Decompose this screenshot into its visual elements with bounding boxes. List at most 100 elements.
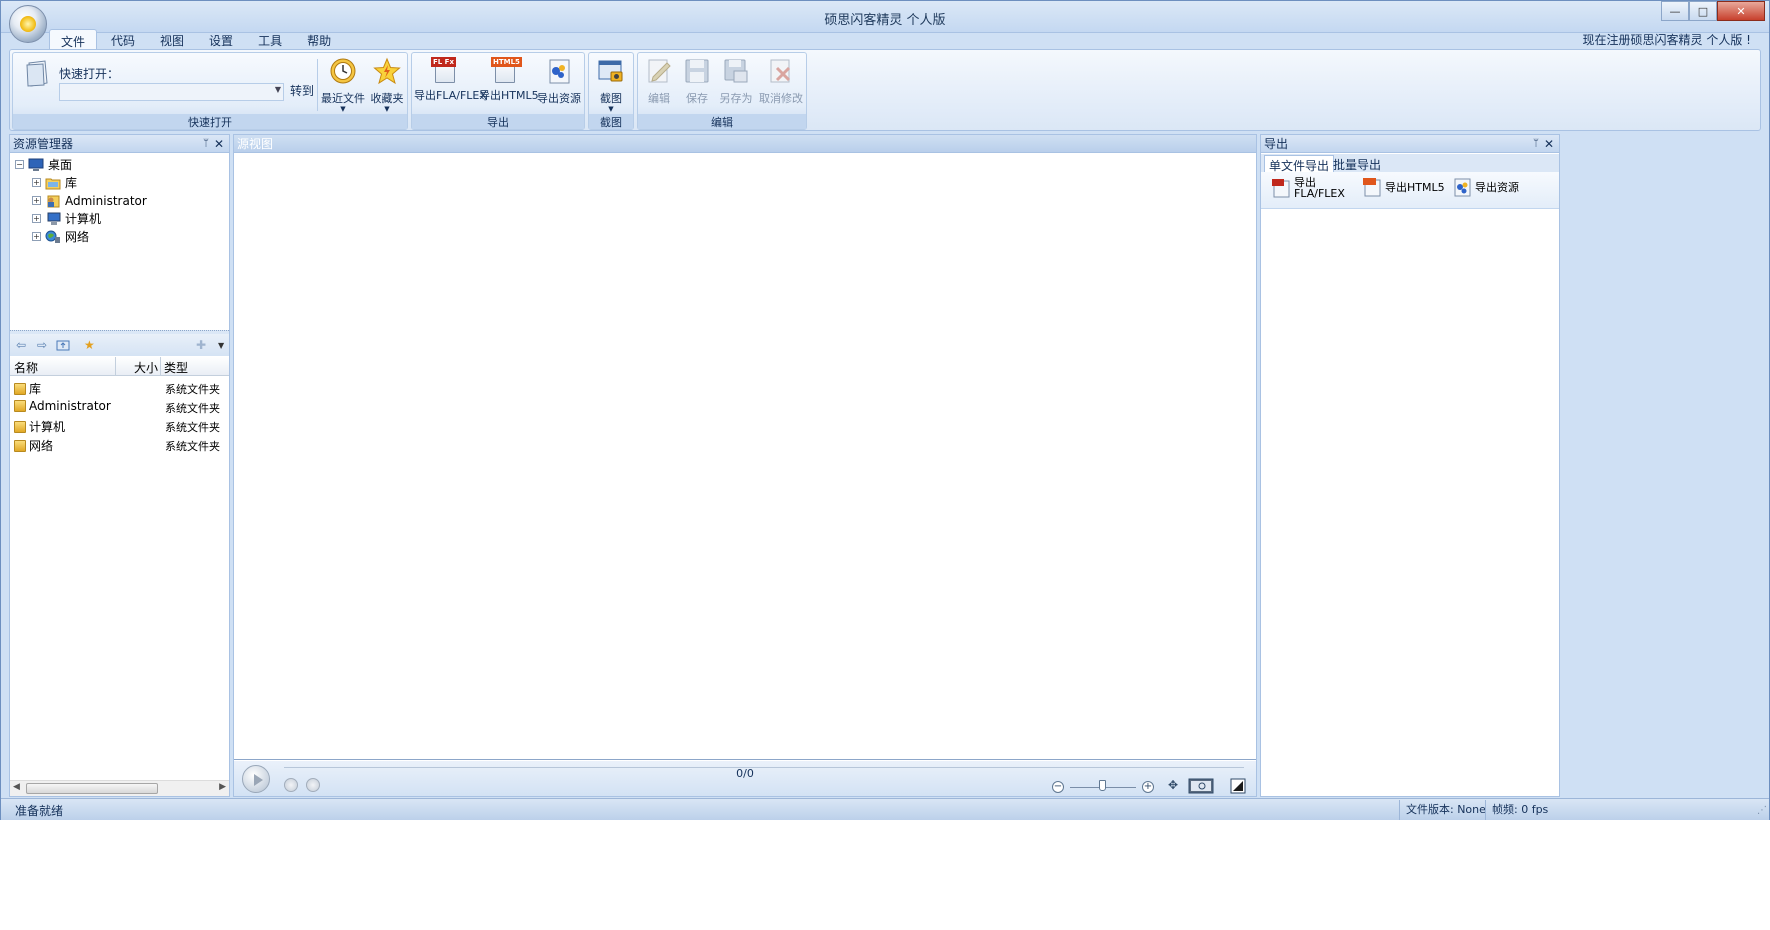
- list-item-type: 系统文件夹: [165, 421, 220, 434]
- export-html5-button[interactable]: HTML5 导出HTML5: [479, 57, 539, 103]
- tree-node-administrator[interactable]: + Administrator: [32, 192, 147, 209]
- zoom-in-button[interactable]: +: [1142, 781, 1154, 793]
- list-item[interactable]: Administrator 系统文件夹: [10, 397, 229, 416]
- export-resources-label: 导出资源: [1475, 181, 1519, 194]
- source-view-header: 源视图: [234, 135, 1256, 153]
- resource-explorer-header: 资源管理器 ᛘ ✕: [10, 135, 229, 153]
- edit-label: 编辑: [648, 92, 670, 105]
- folder-icon: [14, 382, 26, 395]
- goto-button[interactable]: 转到: [287, 82, 317, 102]
- expand-icon[interactable]: +: [32, 196, 41, 205]
- export-tabs: 单文件导出 批量导出: [1261, 154, 1559, 175]
- expand-icon[interactable]: +: [32, 178, 41, 187]
- list-item[interactable]: 网络 系统文件夹: [10, 435, 229, 454]
- pin-icon[interactable]: ᛘ: [203, 135, 209, 153]
- network-icon: [45, 230, 60, 243]
- folder-icon: [14, 439, 26, 452]
- scrollbar-thumb[interactable]: [26, 783, 158, 794]
- fit-to-window-icon[interactable]: [1188, 778, 1214, 794]
- register-link[interactable]: 现在注册硕思闪客精灵 个人版 !: [1583, 31, 1751, 48]
- collapse-icon[interactable]: −: [15, 160, 24, 169]
- export-html5-label: 导出HTML5: [479, 89, 539, 102]
- save-button[interactable]: 保存: [680, 57, 714, 106]
- floppy-disk-icon: [685, 59, 709, 83]
- scroll-right-icon[interactable]: ▶: [219, 782, 226, 792]
- pan-zoom-icon[interactable]: ✥: [1162, 778, 1184, 794]
- list-item-name: 网络: [29, 439, 54, 453]
- tree-node-desktop[interactable]: − 桌面: [15, 156, 72, 173]
- resource-explorer-panel: 资源管理器 ᛘ ✕ − 桌面 + 库 + Administrator + 计算机…: [9, 134, 230, 797]
- user-folder-icon: [14, 400, 26, 412]
- close-icon[interactable]: ✕: [1544, 135, 1554, 153]
- forward-arrow-icon[interactable]: ⇨: [37, 338, 47, 352]
- file-list-header: 名称 大小 类型: [10, 357, 229, 376]
- column-name[interactable]: 名称: [14, 359, 38, 376]
- export-resources-button[interactable]: 导出资源: [535, 57, 583, 106]
- expand-icon[interactable]: +: [32, 214, 41, 223]
- chevron-down-icon[interactable]: ▼: [275, 85, 281, 94]
- favorites-button[interactable]: 收藏夹 ▼: [367, 57, 407, 113]
- screenshot-label: 截图: [600, 92, 622, 105]
- panel-title: 源视图: [237, 137, 274, 151]
- step-forward-button[interactable]: [306, 778, 320, 792]
- export-toolbar: 导出 FLA/FLEX 导出HTML5 导出资源: [1261, 172, 1559, 209]
- status-text: 准备就绪: [15, 804, 64, 818]
- cancel-changes-button[interactable]: 取消修改: [758, 57, 804, 106]
- background-color-icon[interactable]: [1230, 778, 1246, 794]
- chevron-down-icon[interactable]: ▼: [218, 341, 224, 350]
- list-item-name: 计算机: [29, 420, 66, 434]
- desktop-icon: [28, 158, 44, 171]
- minimize-button[interactable]: —: [1661, 1, 1689, 21]
- add-icon[interactable]: ✚: [196, 338, 206, 352]
- up-folder-icon[interactable]: [56, 339, 70, 351]
- export-fla-flex-button[interactable]: FL Fx 导出FLA/FLEX: [414, 57, 487, 103]
- close-icon[interactable]: ✕: [214, 135, 224, 153]
- back-arrow-icon[interactable]: ⇦: [16, 338, 26, 352]
- screenshot-button[interactable]: 截图 ▼: [591, 57, 631, 113]
- computer-icon: [47, 212, 61, 225]
- close-button[interactable]: ✕: [1717, 1, 1765, 21]
- column-size[interactable]: 大小: [134, 359, 158, 376]
- favorite-star-icon[interactable]: ★: [84, 338, 95, 352]
- status-bar: 准备就绪 文件版本: None 帧频: 0 fps ⋰: [1, 798, 1769, 820]
- tree-node-library[interactable]: + 库: [32, 174, 77, 191]
- list-item[interactable]: 计算机 系统文件夹: [10, 416, 229, 435]
- preview-canvas[interactable]: [234, 154, 1256, 760]
- recent-files-label: 最近文件: [321, 92, 365, 105]
- quick-open-combobox[interactable]: ▼: [59, 83, 284, 101]
- horizontal-scrollbar[interactable]: ◀ ▶: [10, 780, 229, 796]
- chevron-down-icon: ▼: [384, 105, 390, 113]
- tree-node-network[interactable]: + 网络: [32, 228, 89, 245]
- group-label-screenshot: 截图: [589, 114, 633, 129]
- html5-icon: HTML5: [491, 57, 522, 85]
- edit-button[interactable]: 编辑: [642, 57, 676, 106]
- step-back-button[interactable]: [284, 778, 298, 792]
- open-document-icon: [26, 60, 48, 87]
- scroll-left-icon[interactable]: ◀: [13, 782, 20, 792]
- expand-icon[interactable]: +: [32, 232, 41, 241]
- frame-counter: 0/0: [736, 767, 754, 780]
- list-item[interactable]: 库 系统文件夹: [10, 378, 229, 397]
- resize-grip-icon[interactable]: ⋰: [1757, 805, 1767, 816]
- pin-icon[interactable]: ᛘ: [1533, 135, 1539, 153]
- list-item-type: 系统文件夹: [165, 402, 220, 415]
- zoom-out-button[interactable]: −: [1052, 781, 1064, 793]
- export-fla-flex-button[interactable]: 导出 FLA/FLEX: [1271, 177, 1345, 199]
- zoom-slider-thumb[interactable]: [1099, 780, 1106, 791]
- maximize-button[interactable]: □: [1689, 1, 1717, 21]
- fla-flex-icon: FL Fx: [431, 57, 459, 85]
- favorites-label: 收藏夹: [370, 92, 404, 105]
- resources-icon: [549, 59, 570, 84]
- export-resources-button[interactable]: 导出资源: [1452, 177, 1519, 197]
- recent-files-button[interactable]: 最近文件 ▼: [321, 57, 365, 113]
- export-html5-button[interactable]: 导出HTML5: [1362, 177, 1445, 197]
- quick-open-input[interactable]: [60, 84, 268, 100]
- export-fla-line2: FLA/FLEX: [1294, 187, 1345, 200]
- column-type[interactable]: 类型: [164, 359, 188, 376]
- export-panel-header: 导出 ᛘ ✕: [1261, 135, 1559, 153]
- group-label-quick-open: 快速打开: [13, 114, 407, 129]
- tree-node-computer[interactable]: + 计算机: [32, 210, 101, 227]
- application-menu-button[interactable]: [9, 5, 47, 43]
- save-as-button[interactable]: 另存为: [718, 57, 754, 106]
- window-controls: — □ ✕: [1661, 1, 1765, 21]
